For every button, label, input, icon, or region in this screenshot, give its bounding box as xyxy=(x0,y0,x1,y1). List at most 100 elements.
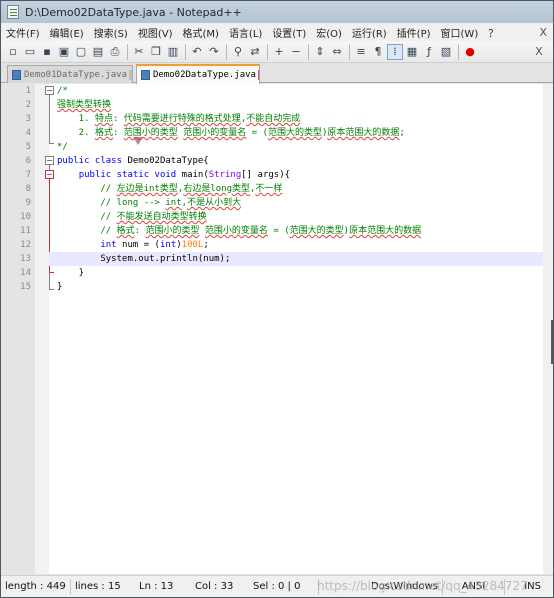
window-title: D:\Demo02DataType.java - Notepad++ xyxy=(25,5,242,19)
menu-plugins[interactable]: 插件(P) xyxy=(392,25,436,40)
menu-settings[interactable]: 设置(T) xyxy=(267,25,311,40)
code-line: 1. 特点: 代码需要进行特殊的格式处理,不能自动完成 xyxy=(57,114,301,124)
open-file-icon[interactable]: ▭ xyxy=(22,44,38,60)
indent-guide-icon[interactable]: ⁞ xyxy=(387,43,403,60)
record-macro-icon[interactable]: ● xyxy=(462,44,478,60)
tab-label: Demo01DataType.java xyxy=(24,69,127,80)
code-line: 2. 格式: 范围小的类型 范围小的变量名 = (范围大的类型)原本范围大的数据… xyxy=(57,128,405,138)
paste-icon[interactable]: ▥ xyxy=(165,44,181,60)
code-line: 强制类型转换 xyxy=(57,100,112,110)
undo-icon[interactable]: ↶ xyxy=(189,44,205,60)
notepad-window: D:\Demo02DataType.java - Notepad++ 文件(F)… xyxy=(0,0,554,598)
current-code-line: System.out.println(num); xyxy=(49,252,543,266)
code-line: } xyxy=(57,268,85,278)
menu-close-button[interactable]: X xyxy=(539,26,547,39)
function-list-icon[interactable]: ƒ xyxy=(421,44,437,60)
folder-as-workspace-icon[interactable]: ▧ xyxy=(438,44,454,60)
file-icon xyxy=(141,70,150,80)
sync-scroll-horizontal-icon[interactable]: ⇔ xyxy=(329,44,345,60)
toolbar-separator xyxy=(349,43,350,60)
code-line: public class Demo02DataType{ xyxy=(57,156,209,166)
code-line: // 不能发送自动类型转换 xyxy=(100,212,207,222)
menu-macro[interactable]: 宏(O) xyxy=(311,25,347,40)
tab-bar: Demo01DataType.java × Demo02DataType.jav… xyxy=(1,63,553,84)
line-number: 5 xyxy=(25,142,31,152)
line-number: 3 xyxy=(25,114,31,124)
toolbar-separator xyxy=(185,43,186,60)
save-all-icon[interactable]: ▣ xyxy=(56,44,72,60)
vertical-scrollbar[interactable] xyxy=(543,84,553,574)
tab-close-icon[interactable]: × xyxy=(128,69,132,80)
new-file-icon[interactable]: ▫ xyxy=(5,44,21,60)
redo-icon[interactable]: ↷ xyxy=(206,44,222,60)
code-line: } xyxy=(57,282,63,292)
toolbar-close-button[interactable]: X xyxy=(531,44,547,60)
menu-help[interactable]: ？ xyxy=(483,25,503,40)
menu-file[interactable]: 文件(F) xyxy=(1,25,45,40)
menu-language[interactable]: 语言(L) xyxy=(224,25,267,40)
menu-view[interactable]: 视图(V) xyxy=(133,25,178,40)
word-wrap-icon[interactable]: ≡ xyxy=(353,44,369,60)
doc-map-icon[interactable]: ▦ xyxy=(404,44,420,60)
line-number: 15 xyxy=(20,282,31,292)
line-number: 7 xyxy=(25,170,31,180)
notepad-app-icon xyxy=(7,5,19,19)
menu-bar: 文件(F) 编辑(E) 搜索(S) 视图(V) 格式(M) 语言(L) 设置(T… xyxy=(1,23,553,41)
line-number: 8 xyxy=(25,184,31,194)
line-number-gutter: 1 2 3 4 5 6 7 8 9 10 11 12 13 14 15 xyxy=(1,84,35,574)
code-line: // long --> int,不是从小到大 xyxy=(100,198,242,208)
line-number: 14 xyxy=(20,268,31,278)
code-editor[interactable]: 1 2 3 4 5 6 7 8 9 10 11 12 13 14 15 − − … xyxy=(1,84,553,574)
zoom-out-icon[interactable]: − xyxy=(288,44,304,60)
line-number: 6 xyxy=(25,156,31,166)
line-number: 12 xyxy=(20,240,31,250)
toolbar-separator xyxy=(308,43,309,60)
file-icon xyxy=(12,69,21,80)
sync-scroll-vertical-icon[interactable]: ⇕ xyxy=(312,44,328,60)
show-all-chars-icon[interactable]: ¶ xyxy=(370,44,386,60)
menu-edit[interactable]: 编辑(E) xyxy=(45,25,89,40)
tab-demo02[interactable]: Demo02DataType.java × xyxy=(136,64,260,84)
status-length: length : 449 xyxy=(1,578,71,595)
cut-icon[interactable]: ✂ xyxy=(131,44,147,60)
line-number: 9 xyxy=(25,198,31,208)
code-area[interactable]: /* 强制类型转换 1. 特点: 代码需要进行特殊的格式处理,不能自动完成 2.… xyxy=(49,84,543,574)
status-sel: Sel : 0 | 0 xyxy=(249,578,319,595)
toolbar-separator xyxy=(458,43,459,60)
toolbar-separator xyxy=(226,43,227,60)
scrollbar-thumb[interactable] xyxy=(551,320,553,364)
code-line: */ xyxy=(57,142,68,152)
save-icon[interactable]: ▪ xyxy=(39,44,55,60)
menu-search[interactable]: 搜索(S) xyxy=(89,25,133,40)
copy-icon[interactable]: ❐ xyxy=(148,44,164,60)
code-line: // 左边是int类型,右边是long类型,不一样 xyxy=(100,184,283,194)
line-number: 10 xyxy=(20,212,31,222)
status-ln: Ln : 13 xyxy=(139,580,174,592)
line-number: 13 xyxy=(20,254,31,264)
code-line: public static void main(String[] args){ xyxy=(78,170,291,180)
status-lines: lines : 15 xyxy=(75,580,121,592)
find-icon[interactable]: ⚲ xyxy=(230,44,246,60)
menu-run[interactable]: 运行(R) xyxy=(347,25,392,40)
toolbar-separator xyxy=(267,43,268,60)
title-bar: D:\Demo02DataType.java - Notepad++ xyxy=(1,1,553,23)
toolbar: ▫ ▭ ▪ ▣ ▢ ▤ ⎙ ✂ ❐ ▥ ↶ ↷ ⚲ ⇄ + − ⇕ ⇔ ≡ ¶ … xyxy=(1,41,553,63)
code-line: // 格式: 范围小的类型 范围小的变量名 = (范围大的类型)原本范围大的数据 xyxy=(100,226,422,236)
print-icon[interactable]: ⎙ xyxy=(107,44,123,60)
code-line: int num = (int)100L; xyxy=(100,240,209,250)
close-all-icon[interactable]: ▤ xyxy=(90,44,106,60)
code-line: /* xyxy=(57,86,68,96)
tab-label: Demo02DataType.java xyxy=(153,70,256,80)
toolbar-separator xyxy=(127,43,128,60)
line-number: 11 xyxy=(20,226,31,236)
zoom-in-icon[interactable]: + xyxy=(271,44,287,60)
menu-window[interactable]: 窗口(W) xyxy=(436,25,484,40)
tab-close-icon[interactable]: × xyxy=(257,70,259,80)
line-number: 4 xyxy=(25,128,31,138)
replace-icon[interactable]: ⇄ xyxy=(247,44,263,60)
menu-format[interactable]: 格式(M) xyxy=(178,25,224,40)
close-file-icon[interactable]: ▢ xyxy=(73,44,89,60)
status-col: Col : 33 xyxy=(195,580,234,592)
tab-demo01[interactable]: Demo01DataType.java × xyxy=(7,65,133,83)
watermark: https://blog.csdn.net/qq_43284727 xyxy=(317,579,528,593)
